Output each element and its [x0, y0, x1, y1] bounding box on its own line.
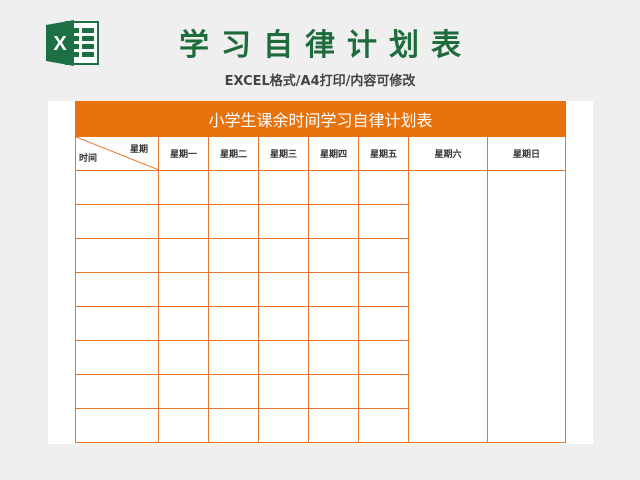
corner-label-weekday: 星期	[129, 145, 148, 155]
day-header: 星期日	[486, 136, 567, 171]
plan-cell[interactable]	[258, 340, 309, 375]
plan-cell[interactable]	[258, 204, 309, 239]
time-cell[interactable]	[75, 374, 159, 409]
time-cell[interactable]	[75, 170, 159, 205]
plan-cell[interactable]	[258, 170, 309, 205]
plan-cell[interactable]	[358, 306, 409, 341]
plan-cell[interactable]	[308, 340, 359, 375]
plan-cell[interactable]	[308, 408, 359, 443]
time-cell[interactable]	[75, 204, 159, 239]
day-header: 星期二	[208, 136, 259, 171]
time-cell[interactable]	[75, 340, 159, 375]
plan-table-container: 小学生课余时间学习自律计划表 星期 时间 星期一 星期二 星期三 星期四 星期五…	[74, 101, 567, 444]
day-header: 星期六	[408, 136, 488, 171]
plan-cell[interactable]	[158, 272, 209, 307]
plan-cell[interactable]	[208, 408, 259, 443]
day-header: 星期四	[308, 136, 359, 171]
plan-cell[interactable]	[358, 408, 409, 443]
table-header-row: 星期 时间 星期一 星期二 星期三 星期四 星期五 星期六 星期日	[75, 136, 567, 171]
plan-cell[interactable]	[158, 374, 209, 409]
plan-cell[interactable]	[258, 374, 309, 409]
plan-cell[interactable]	[308, 204, 359, 239]
plan-table: 小学生课余时间学习自律计划表 星期 时间 星期一 星期二 星期三 星期四 星期五…	[74, 101, 567, 443]
plan-cell[interactable]	[158, 340, 209, 375]
day-header: 星期五	[358, 136, 409, 171]
corner-label-time: 时间	[79, 154, 98, 164]
day-header: 星期一	[158, 136, 209, 171]
table-title: 小学生课余时间学习自律计划表	[74, 101, 567, 137]
plan-cell[interactable]	[358, 340, 409, 375]
plan-cell[interactable]	[358, 272, 409, 307]
plan-cell[interactable]	[308, 272, 359, 307]
plan-cell[interactable]	[158, 238, 209, 273]
plan-cell[interactable]	[158, 408, 209, 443]
saturday-merged-cell[interactable]	[408, 170, 488, 443]
plan-cell[interactable]	[208, 204, 259, 239]
plan-cell[interactable]	[308, 238, 359, 273]
plan-cell[interactable]	[358, 238, 409, 273]
time-cell[interactable]	[75, 238, 159, 273]
plan-cell[interactable]	[358, 374, 409, 409]
plan-cell[interactable]	[208, 374, 259, 409]
plan-cell[interactable]	[158, 204, 209, 239]
time-cell[interactable]	[75, 306, 159, 341]
time-cell[interactable]	[75, 272, 159, 307]
plan-cell[interactable]	[308, 170, 359, 205]
plan-cell[interactable]	[258, 408, 309, 443]
plan-cell[interactable]	[308, 374, 359, 409]
plan-cell[interactable]	[358, 170, 409, 205]
plan-cell[interactable]	[208, 238, 259, 273]
plan-cell[interactable]	[258, 306, 309, 341]
plan-cell[interactable]	[208, 170, 259, 205]
table-title-row: 小学生课余时间学习自律计划表	[74, 101, 567, 137]
plan-cell[interactable]	[258, 238, 309, 273]
plan-cell[interactable]	[158, 306, 209, 341]
plan-cell[interactable]	[308, 306, 359, 341]
page-header: X 学习自律计划表 EXCEL格式/A4打印/内容可修改	[0, 0, 640, 100]
plan-cell[interactable]	[258, 272, 309, 307]
plan-cell[interactable]	[208, 272, 259, 307]
table-row	[75, 170, 567, 443]
page-subtitle: EXCEL格式/A4打印/内容可修改	[224, 74, 416, 89]
sunday-merged-cell[interactable]	[486, 170, 567, 443]
day-header: 星期三	[258, 136, 309, 171]
page-title: 学习自律计划表	[179, 28, 473, 63]
plan-cell[interactable]	[208, 340, 259, 375]
plan-cell[interactable]	[208, 306, 259, 341]
time-cell[interactable]	[75, 408, 159, 443]
plan-cell[interactable]	[358, 204, 409, 239]
corner-header-cell: 星期 时间	[75, 136, 159, 171]
plan-cell[interactable]	[158, 170, 209, 205]
